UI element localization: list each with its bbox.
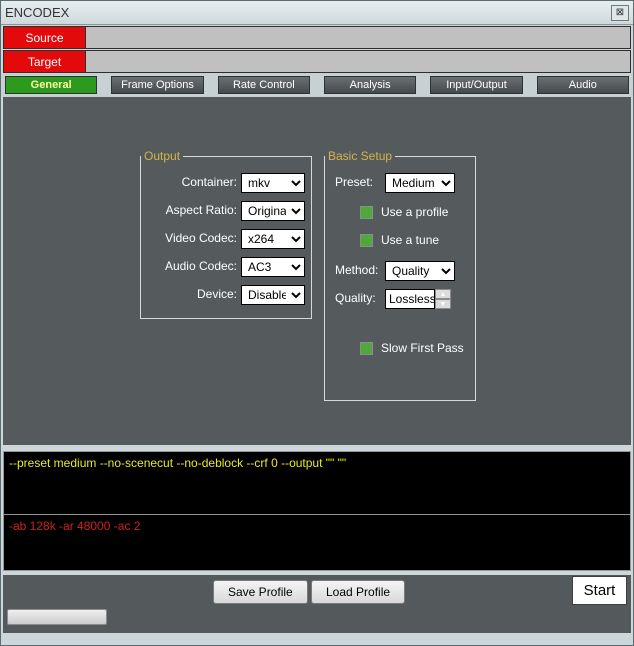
output-group: Output Container: mkv Aspect Ratio: Orig… [140, 149, 312, 319]
output-legend: Output [141, 149, 183, 163]
slow-first-pass-checkbox[interactable] [360, 342, 373, 355]
acodec-label: Audio Codec: [165, 259, 237, 273]
tab-general[interactable]: General [5, 76, 97, 94]
quality-label: Quality: [335, 291, 376, 305]
basic-setup-group: Basic Setup Preset: Medium Use a profile… [324, 149, 476, 401]
tab-strip: General Frame Options Rate Control Analy… [1, 73, 633, 97]
audio-cmd-text: -ab 128k -ar 48000 -ac 2 [9, 519, 140, 533]
quality-stepper[interactable]: ▲ ▼ [435, 289, 451, 309]
target-path [86, 51, 630, 72]
audio-command-line: -ab 128k -ar 48000 -ac 2 [3, 515, 631, 571]
slow-first-pass-label: Slow First Pass [381, 341, 464, 355]
start-button[interactable]: Start [572, 576, 627, 605]
aspect-select[interactable]: Original [241, 201, 305, 221]
aspect-label: Aspect Ratio: [166, 203, 237, 217]
window-title: ENCODEX [5, 5, 611, 20]
tab-frame-options[interactable]: Frame Options [111, 76, 203, 94]
vcodec-select[interactable]: x264 [241, 229, 305, 249]
preset-select[interactable]: Medium [385, 173, 455, 193]
acodec-select[interactable]: AC3 [241, 257, 305, 277]
app-window: ENCODEX ⊠ Source Target General Frame Op… [0, 0, 634, 646]
titlebar: ENCODEX ⊠ [1, 1, 633, 25]
basic-legend: Basic Setup [325, 149, 395, 163]
source-row: Source [3, 26, 631, 49]
tab-rate-control[interactable]: Rate Control [218, 76, 310, 94]
use-profile-label: Use a profile [381, 205, 448, 219]
device-label: Device: [197, 287, 237, 301]
chevron-down-icon[interactable]: ▼ [435, 299, 451, 309]
chevron-up-icon[interactable]: ▲ [435, 289, 451, 299]
use-tune-label: Use a tune [381, 233, 439, 247]
quality-spinner[interactable] [385, 289, 435, 309]
tab-input-output[interactable]: Input/Output [430, 76, 522, 94]
source-button[interactable]: Source [4, 27, 86, 48]
use-tune-checkbox[interactable] [360, 234, 373, 247]
device-select[interactable]: Disabled [241, 285, 305, 305]
settings-panel: Output Container: mkv Aspect Ratio: Orig… [3, 97, 631, 445]
method-select[interactable]: Quality [385, 261, 455, 281]
container-label: Container: [182, 175, 237, 189]
close-icon[interactable]: ⊠ [611, 5, 629, 21]
target-row: Target [3, 50, 631, 73]
target-button[interactable]: Target [4, 51, 86, 72]
save-profile-button[interactable]: Save Profile [213, 580, 308, 604]
vcodec-label: Video Codec: [165, 231, 237, 245]
source-path [86, 27, 630, 48]
method-label: Method: [335, 263, 378, 277]
tab-analysis[interactable]: Analysis [324, 76, 416, 94]
load-profile-button[interactable]: Load Profile [311, 580, 405, 604]
video-command-line: --preset medium --no-scenecut --no-deblo… [3, 451, 631, 515]
bottom-bar: Save Profile Load Profile Start [3, 575, 631, 633]
progress-bar [7, 609, 107, 625]
tab-audio[interactable]: Audio [537, 76, 629, 94]
file-selection: Source Target [1, 25, 633, 73]
preset-label: Preset: [335, 175, 373, 189]
container-select[interactable]: mkv [241, 173, 305, 193]
use-profile-checkbox[interactable] [360, 206, 373, 219]
video-cmd-text: --preset medium --no-scenecut --no-deblo… [9, 456, 346, 470]
